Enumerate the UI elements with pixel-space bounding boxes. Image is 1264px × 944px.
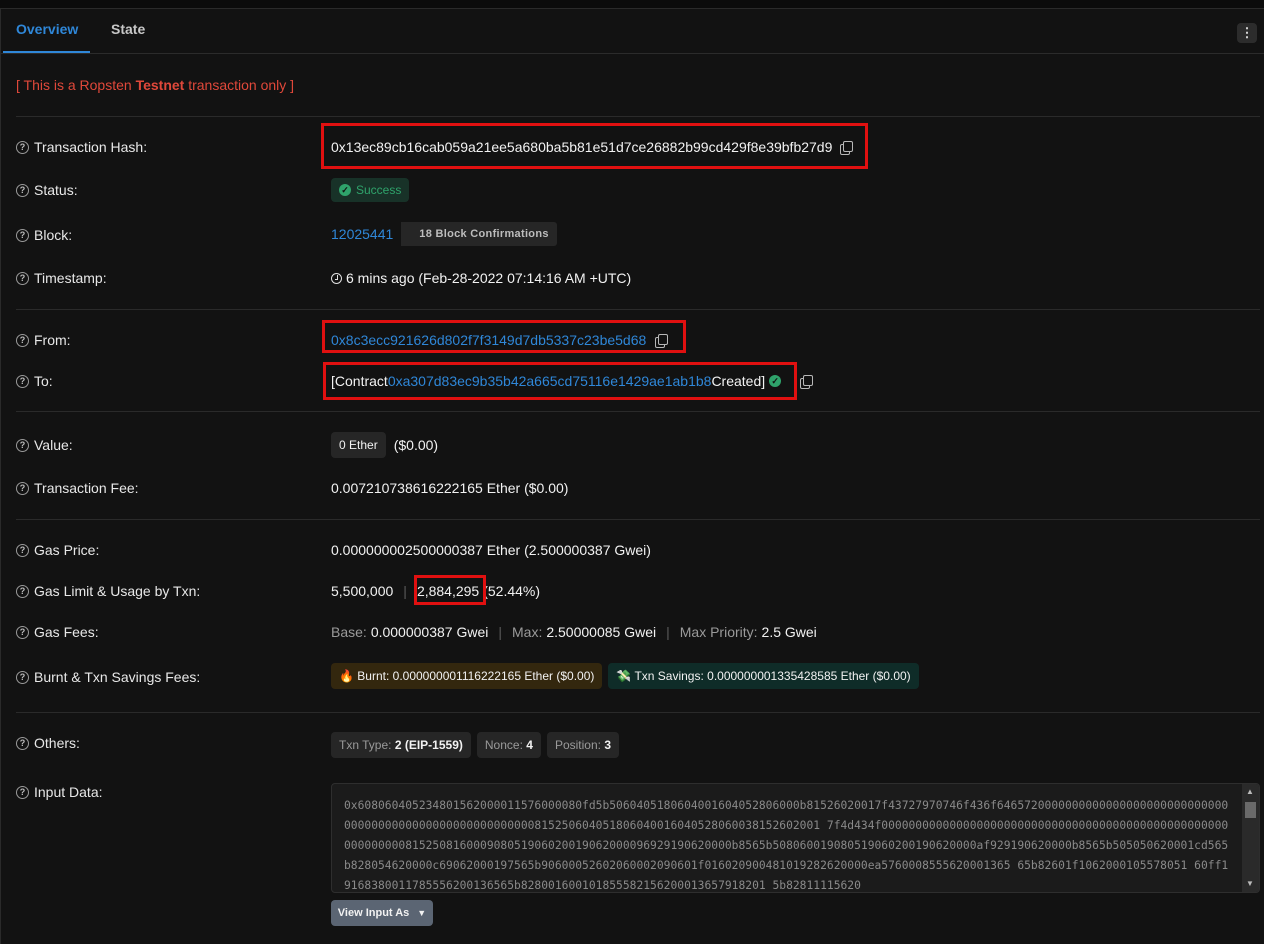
divider bbox=[16, 309, 1260, 310]
view-input-as-button[interactable]: View Input As ▼ bbox=[331, 900, 433, 926]
confirmations-badge: 18 Block Confirmations bbox=[401, 222, 557, 246]
help-icon[interactable]: ? bbox=[16, 584, 29, 598]
gas-price-label: ? Gas Price: bbox=[16, 542, 99, 558]
help-icon[interactable]: ? bbox=[16, 625, 29, 639]
timestamp-value: 6 mins ago (Feb-28-2022 07:14:16 AM +UTC… bbox=[331, 270, 631, 286]
help-icon[interactable]: ? bbox=[16, 736, 29, 750]
fire-icon: 🔥 bbox=[339, 669, 354, 683]
tab-bar: Overview State ⋮ bbox=[1, 9, 1264, 54]
input-data-text: 0x608060405234801562000011576000080fd5b5… bbox=[344, 799, 1229, 892]
tx-hash-label: ? Transaction Hash: bbox=[16, 139, 147, 155]
money-wings-icon: 💸 bbox=[616, 669, 632, 683]
clock-icon bbox=[331, 272, 342, 284]
gas-price-value: 0.000000002500000387 Ether (2.500000387 … bbox=[331, 542, 651, 558]
transaction-card: Overview State ⋮ [ This is a Ropsten Tes… bbox=[0, 8, 1264, 944]
scroll-up-arrow-icon[interactable]: ▲ bbox=[1246, 787, 1254, 796]
nonce-badge: Nonce: 4 bbox=[476, 732, 541, 758]
tab-overview[interactable]: Overview bbox=[16, 21, 78, 37]
others-label: ? Others: bbox=[16, 735, 80, 751]
input-data-textarea[interactable]: 0x608060405234801562000011576000080fd5b5… bbox=[331, 783, 1260, 893]
value-value: 0 Ether ($0.00) bbox=[331, 432, 438, 458]
help-icon[interactable]: ? bbox=[16, 543, 29, 557]
help-icon[interactable]: ? bbox=[16, 140, 29, 154]
help-icon[interactable]: ? bbox=[16, 481, 29, 495]
chevron-down-icon: ▼ bbox=[417, 908, 427, 918]
status-value: ✓ Success bbox=[331, 178, 410, 202]
help-icon[interactable]: ? bbox=[16, 374, 29, 388]
block-number-link[interactable]: 12025441 bbox=[331, 226, 393, 242]
others-value: Txn Type: 2 (EIP-1559) Nonce: 4 Position… bbox=[331, 732, 619, 758]
input-data-label: ? Input Data: bbox=[16, 784, 103, 800]
block-label: ? Block: bbox=[16, 227, 72, 243]
help-icon[interactable]: ? bbox=[16, 785, 29, 799]
more-options-icon[interactable]: ⋮ bbox=[1237, 23, 1257, 43]
txn-savings-badge: 💸 Txn Savings: 0.000000001335428585 Ethe… bbox=[608, 663, 919, 689]
tx-fee-value: 0.007210738616222165 Ether ($0.00) bbox=[331, 480, 569, 496]
active-tab-indicator bbox=[3, 51, 90, 53]
divider bbox=[16, 116, 1260, 117]
highlight-box bbox=[414, 575, 486, 605]
help-icon[interactable]: ? bbox=[16, 183, 29, 197]
highlight-box bbox=[323, 362, 797, 400]
check-circle-icon: ✓ bbox=[339, 184, 351, 196]
txn-type-badge: Txn Type: 2 (EIP-1559) bbox=[331, 732, 471, 758]
testnet-notice: [ This is a Ropsten Testnet transaction … bbox=[16, 77, 295, 93]
from-label: ? From: bbox=[16, 332, 71, 348]
gas-fees-value: Base: 0.000000387 Gwei | Max: 2.50000085 G… bbox=[331, 624, 817, 640]
gas-fees-label: ? Gas Fees: bbox=[16, 624, 99, 640]
block-value: 12025441 18 Block Confirmations bbox=[331, 222, 557, 246]
status-badge: ✓ Success bbox=[331, 178, 410, 202]
value-label: ? Value: bbox=[16, 437, 73, 453]
divider bbox=[16, 411, 1260, 412]
highlight-box bbox=[321, 123, 868, 169]
ether-amount-badge: 0 Ether bbox=[331, 432, 386, 458]
divider bbox=[16, 712, 1260, 713]
tx-fee-label: ? Transaction Fee: bbox=[16, 480, 139, 496]
status-label: ? Status: bbox=[16, 182, 78, 198]
tab-state[interactable]: State bbox=[111, 21, 145, 37]
to-label: ? To: bbox=[16, 373, 53, 389]
burnt-fee-badge: 🔥 Burnt: 0.000000001116222165 Ether ($0.… bbox=[331, 663, 603, 689]
highlight-box bbox=[322, 320, 686, 353]
help-icon[interactable]: ? bbox=[16, 333, 29, 347]
position-badge: Position: 3 bbox=[546, 732, 619, 758]
copy-icon[interactable] bbox=[800, 374, 814, 389]
input-scrollbar[interactable]: ▲ ▼ bbox=[1242, 784, 1259, 892]
help-icon[interactable]: ? bbox=[16, 670, 29, 684]
help-icon[interactable]: ? bbox=[16, 271, 29, 285]
scroll-thumb[interactable] bbox=[1245, 802, 1256, 818]
scroll-down-arrow-icon[interactable]: ▼ bbox=[1246, 879, 1254, 888]
timestamp-label: ? Timestamp: bbox=[16, 270, 107, 286]
help-icon[interactable]: ? bbox=[16, 228, 29, 242]
divider bbox=[16, 519, 1260, 520]
burnt-label: ? Burnt & Txn Savings Fees: bbox=[16, 669, 200, 685]
burnt-value: 🔥 Burnt: 0.000000001116222165 Ether ($0.… bbox=[331, 663, 919, 689]
help-icon[interactable]: ? bbox=[16, 438, 29, 452]
gas-limit-label: ? Gas Limit & Usage by Txn: bbox=[16, 583, 200, 599]
